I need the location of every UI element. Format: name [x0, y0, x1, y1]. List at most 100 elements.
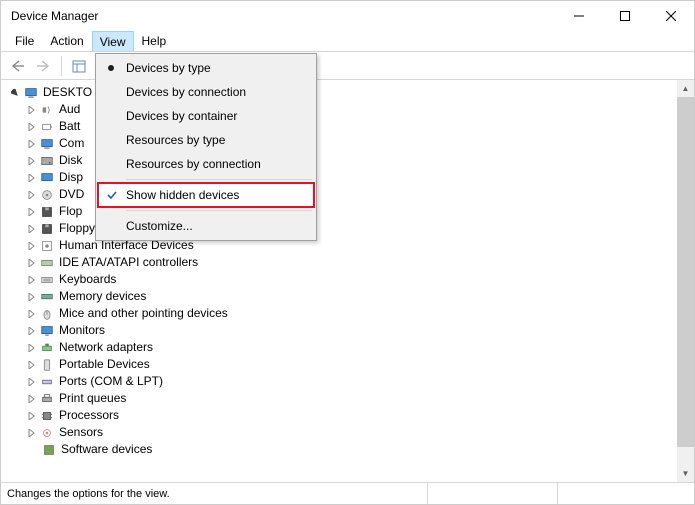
menu-devices-by-container[interactable]: Devices by container — [98, 104, 314, 128]
tree-item-label: Disp — [59, 169, 83, 186]
expand-icon[interactable] — [25, 427, 37, 439]
audio-icon — [39, 102, 55, 118]
scroll-down-button[interactable]: ▼ — [677, 465, 694, 482]
display-icon — [39, 170, 55, 186]
expand-icon[interactable] — [25, 410, 37, 422]
tree-row[interactable]: Memory devices — [3, 288, 677, 305]
tree-row[interactable]: Print queues — [3, 390, 677, 407]
expand-icon[interactable] — [25, 189, 37, 201]
close-button[interactable] — [648, 1, 694, 31]
menu-item-label: Resources by type — [126, 133, 225, 147]
menu-view[interactable]: View — [92, 31, 134, 51]
expand-icon[interactable] — [25, 240, 37, 252]
tree-row[interactable]: Monitors — [3, 322, 677, 339]
monitor-icon — [39, 323, 55, 339]
expand-icon[interactable] — [9, 87, 21, 99]
tree-row[interactable]: Sensors — [3, 424, 677, 441]
maximize-icon — [620, 11, 630, 21]
vertical-scrollbar[interactable]: ▲ ▼ — [677, 80, 694, 482]
status-pad — [558, 483, 688, 504]
tree-row[interactable]: Portable Devices — [3, 356, 677, 373]
menu-item-label: Resources by connection — [126, 157, 261, 171]
scroll-thumb[interactable] — [677, 97, 694, 447]
tree-row[interactable]: Mice and other pointing devices — [3, 305, 677, 322]
menu-file[interactable]: File — [7, 31, 42, 51]
menu-devices-by-connection[interactable]: Devices by connection — [98, 80, 314, 104]
menu-action[interactable]: Action — [42, 31, 91, 51]
menu-item-label: Devices by type — [126, 61, 211, 75]
status-bar: Changes the options for the view. — [1, 482, 694, 504]
expand-icon[interactable] — [25, 257, 37, 269]
forward-button[interactable] — [32, 54, 56, 78]
tree-row[interactable]: Keyboards — [3, 271, 677, 288]
tree-row[interactable]: IDE ATA/ATAPI controllers — [3, 254, 677, 271]
tree-item-label: Processors — [59, 407, 119, 424]
tree-item-label: Sensors — [59, 424, 103, 441]
mouse-icon — [39, 306, 55, 322]
properties-button[interactable] — [67, 54, 91, 78]
menu-devices-by-type[interactable]: Devices by type — [98, 56, 314, 80]
tree-row[interactable]: Processors — [3, 407, 677, 424]
tree-item-label: DVD — [59, 186, 84, 203]
expand-icon[interactable] — [25, 274, 37, 286]
status-text: Changes the options for the view. — [7, 483, 428, 504]
minimize-icon — [574, 11, 584, 21]
status-pad — [428, 483, 558, 504]
tree-item-label: Aud — [59, 101, 80, 118]
expand-icon[interactable] — [25, 359, 37, 371]
tree-item-label: Com — [59, 135, 84, 152]
menu-separator — [126, 210, 312, 211]
menu-item-label: Customize... — [126, 219, 193, 233]
tree-row[interactable]: Software devices — [3, 441, 677, 458]
expand-icon[interactable] — [25, 155, 37, 167]
floppy-icon — [39, 221, 55, 237]
tree-item-label: Disk — [59, 152, 82, 169]
scroll-up-button[interactable]: ▲ — [677, 80, 694, 97]
printer-icon — [39, 391, 55, 407]
menu-help[interactable]: Help — [134, 31, 175, 51]
menu-item-label: Devices by connection — [126, 85, 246, 99]
menu-resources-by-type[interactable]: Resources by type — [98, 128, 314, 152]
ide-icon — [39, 255, 55, 271]
expand-icon[interactable] — [25, 138, 37, 150]
bullet-icon — [108, 65, 114, 71]
expand-icon[interactable] — [25, 172, 37, 184]
tree-item-label: Network adapters — [59, 339, 153, 356]
expand-icon[interactable] — [25, 308, 37, 320]
view-dropdown: Devices by type Devices by connection De… — [95, 53, 317, 241]
title-bar: Device Manager — [1, 1, 694, 31]
scroll-track[interactable] — [677, 97, 694, 465]
properties-icon — [71, 58, 87, 74]
expand-icon[interactable] — [25, 325, 37, 337]
minimize-button[interactable] — [556, 1, 602, 31]
expand-icon[interactable] — [25, 342, 37, 354]
dvd-icon — [39, 187, 55, 203]
expand-icon[interactable] — [25, 223, 37, 235]
tree-row[interactable]: Ports (COM & LPT) — [3, 373, 677, 390]
tree-row[interactable]: Network adapters — [3, 339, 677, 356]
expand-icon[interactable] — [25, 393, 37, 405]
back-icon — [10, 59, 26, 73]
forward-icon — [36, 59, 52, 73]
memory-icon — [39, 289, 55, 305]
window-title: Device Manager — [11, 9, 98, 23]
tree-item-label: Print queues — [59, 390, 126, 407]
expand-icon[interactable] — [25, 206, 37, 218]
tree-item-label: Batt — [59, 118, 80, 135]
menu-show-hidden-devices[interactable]: Show hidden devices — [98, 183, 314, 207]
menu-resources-by-connection[interactable]: Resources by connection — [98, 152, 314, 176]
root-label: DESKTO — [43, 84, 92, 101]
expand-icon[interactable] — [25, 104, 37, 116]
close-icon — [666, 11, 676, 21]
tree-item-label: Monitors — [59, 322, 105, 339]
expand-icon[interactable] — [25, 121, 37, 133]
menu-item-label: Show hidden devices — [126, 188, 239, 202]
tree-item-label: Portable Devices — [59, 356, 150, 373]
floppy-icon — [39, 204, 55, 220]
expand-icon[interactable] — [25, 291, 37, 303]
network-icon — [39, 340, 55, 356]
menu-customize[interactable]: Customize... — [98, 214, 314, 238]
expand-icon[interactable] — [25, 376, 37, 388]
back-button[interactable] — [6, 54, 30, 78]
maximize-button[interactable] — [602, 1, 648, 31]
